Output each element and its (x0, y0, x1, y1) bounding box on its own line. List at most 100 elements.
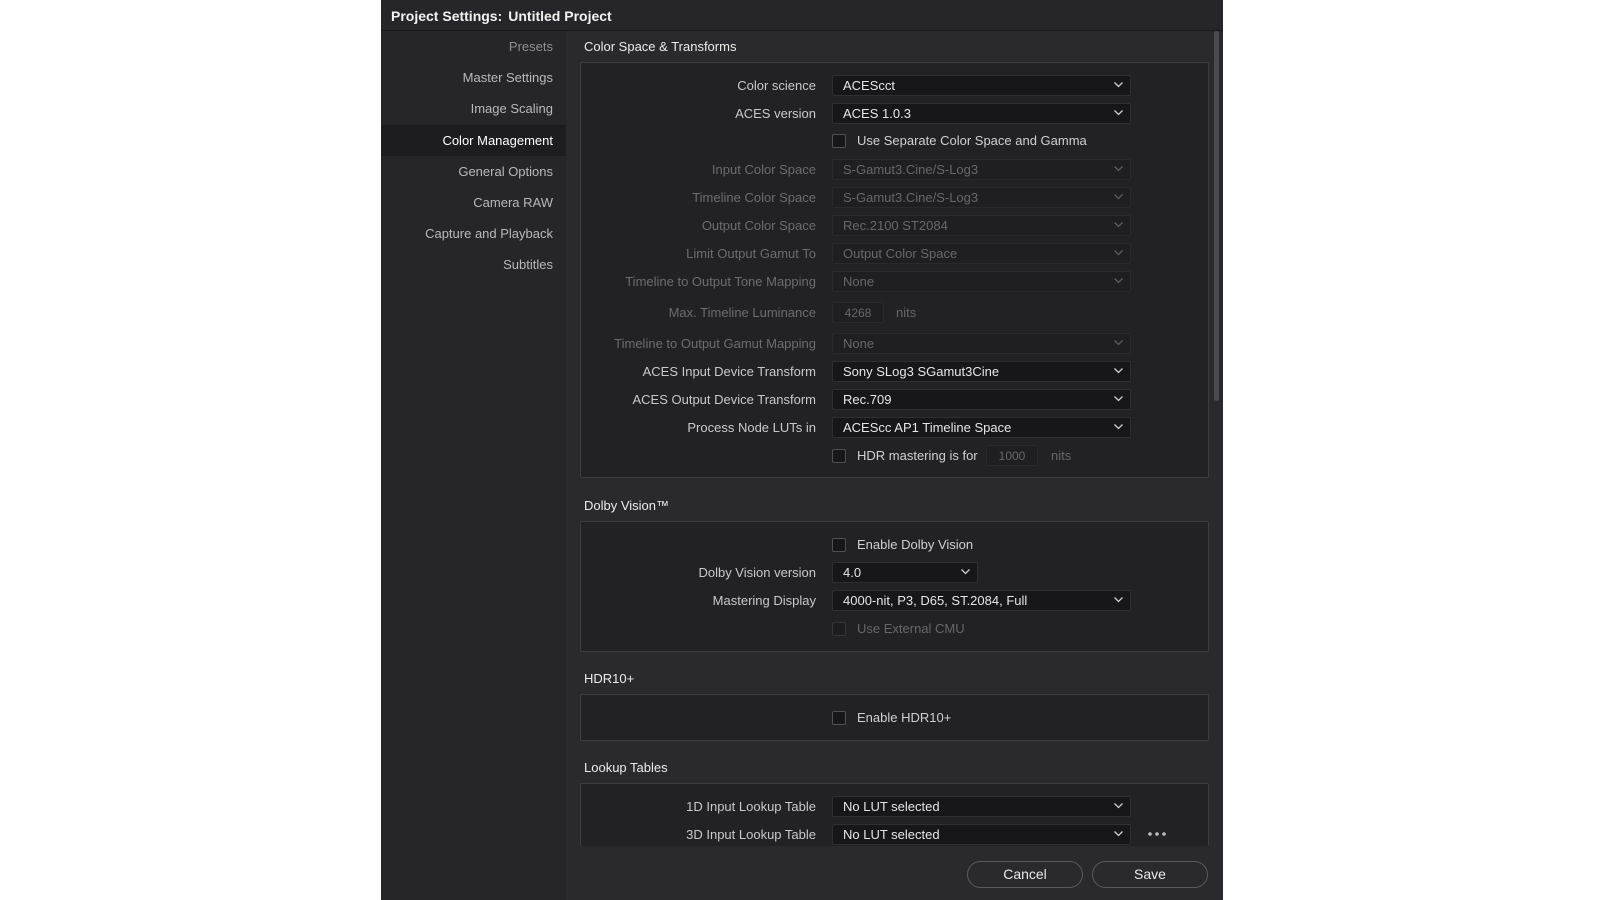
external-cmu-checkbox[interactable] (832, 622, 846, 636)
save-button[interactable]: Save (1092, 861, 1208, 888)
sidebar-item-general-options[interactable]: General Options (381, 156, 566, 187)
process-node-luts-label: Process Node LUTs in (687, 420, 816, 435)
timeline-color-space-value: S-Gamut3.Cine/S-Log3 (843, 190, 979, 205)
enable-hdr10-plus-checkbox[interactable] (832, 711, 846, 725)
hdr10-plus-panel: Enable HDR10+ (580, 694, 1209, 741)
chevron-down-icon (1114, 424, 1123, 432)
enable-hdr10-plus-label: Enable HDR10+ (857, 710, 952, 725)
gamut-mapping-value: None (843, 336, 875, 351)
chevron-down-icon (1114, 340, 1123, 348)
aces-idt-label: ACES Input Device Transform (642, 364, 816, 379)
separate-color-space-checkbox[interactable] (832, 134, 846, 148)
output-color-space-label: Output Color Space (701, 218, 816, 233)
dolby-version-dropdown[interactable]: 4.0 (832, 562, 978, 583)
chevron-down-icon (1114, 278, 1123, 286)
limit-output-gamut-label: Limit Output Gamut To (686, 246, 816, 261)
input-1d-lut-dropdown[interactable]: No LUT selected (832, 796, 1131, 817)
input-3d-lut-label: 3D Input Lookup Table (686, 827, 816, 842)
title-prefix: Project Settings: (391, 8, 503, 24)
separate-color-space-label: Use Separate Color Space and Gamma (857, 133, 1087, 148)
max-luminance-unit: nits (896, 305, 917, 320)
input-color-space-label: Input Color Space (711, 162, 816, 177)
vertical-scrollbar[interactable] (1214, 31, 1219, 401)
gamut-mapping-label: Timeline to Output Gamut Mapping (614, 336, 816, 351)
mastering-display-dropdown[interactable]: 4000-nit, P3, D65, ST.2084, Full (832, 590, 1131, 611)
color-science-dropdown[interactable]: ACEScct (832, 75, 1131, 96)
chevron-down-icon (1114, 368, 1123, 376)
more-options-icon[interactable] (1147, 830, 1167, 838)
chevron-down-icon (1114, 803, 1123, 811)
title-project-name: Untitled Project (508, 8, 612, 24)
process-node-luts-value: ACEScc AP1 Timeline Space (843, 420, 1012, 435)
output-color-space-value: Rec.2100 ST2084 (843, 218, 948, 233)
aces-odt-value: Rec.709 (843, 392, 892, 407)
limit-output-gamut-value: Output Color Space (843, 246, 958, 261)
chevron-down-icon (1114, 110, 1123, 118)
chevron-down-icon (1114, 831, 1123, 839)
aces-version-label: ACES version (735, 106, 816, 121)
sidebar-item-capture-playback[interactable]: Capture and Playback (381, 218, 566, 249)
chevron-down-icon (1114, 166, 1123, 174)
input-1d-lut-value: No LUT selected (843, 799, 940, 814)
sidebar-item-camera-raw[interactable]: Camera RAW (381, 187, 566, 218)
input-1d-lut-label: 1D Input Lookup Table (686, 799, 816, 814)
dolby-version-label: Dolby Vision version (698, 565, 816, 580)
output-color-space-dropdown[interactable]: Rec.2100 ST2084 (832, 215, 1131, 236)
aces-idt-dropdown[interactable]: Sony SLog3 SGamut3Cine (832, 361, 1131, 382)
hdr-mastering-nits-field[interactable]: 1000 (986, 445, 1038, 466)
input-color-space-value: S-Gamut3.Cine/S-Log3 (843, 162, 979, 177)
max-timeline-luminance-field[interactable]: 4268 (832, 302, 884, 323)
timeline-color-space-label: Timeline Color Space (692, 190, 816, 205)
chevron-down-icon (1114, 396, 1123, 404)
aces-version-dropdown[interactable]: ACES 1.0.3 (832, 103, 1131, 124)
sidebar-item-master-settings[interactable]: Master Settings (381, 62, 566, 93)
section-dolby-vision: Dolby Vision™ (584, 498, 670, 513)
gamut-mapping-dropdown[interactable]: None (832, 333, 1131, 354)
max-timeline-luminance-label: Max. Timeline Luminance (668, 305, 816, 320)
section-lookup-tables: Lookup Tables (584, 760, 668, 775)
enable-dolby-vision-label: Enable Dolby Vision (857, 537, 974, 552)
input-color-space-dropdown[interactable]: S-Gamut3.Cine/S-Log3 (832, 159, 1131, 180)
dolby-version-value: 4.0 (843, 565, 862, 580)
sidebar-item-image-scaling[interactable]: Image Scaling (381, 93, 566, 124)
mastering-display-value: 4000-nit, P3, D65, ST.2084, Full (843, 593, 1028, 608)
mastering-display-label: Mastering Display (712, 593, 816, 608)
chevron-down-icon (1114, 82, 1123, 90)
dialog-title: Project Settings: Untitled Project (381, 0, 1223, 31)
section-hdr10-plus: HDR10+ (584, 671, 635, 686)
lookup-tables-panel: 1D Input Lookup Table No LUT selected 3D… (580, 783, 1209, 846)
chevron-down-icon (1114, 194, 1123, 202)
chevron-down-icon (961, 569, 970, 577)
cancel-button[interactable]: Cancel (967, 861, 1083, 888)
hdr-mastering-checkbox[interactable] (832, 449, 846, 463)
external-cmu-label: Use External CMU (857, 621, 965, 636)
tone-mapping-dropdown[interactable]: None (832, 271, 1131, 292)
section-color-space: Color Space & Transforms (584, 39, 737, 54)
color-space-panel: Color science ACEScct ACES version ACES … (580, 62, 1209, 478)
aces-idt-value: Sony SLog3 SGamut3Cine (843, 364, 1000, 379)
chevron-down-icon (1114, 597, 1123, 605)
chevron-down-icon (1114, 222, 1123, 230)
project-settings-dialog: Project Settings: Untitled Project Preset… (381, 0, 1223, 900)
aces-version-value: ACES 1.0.3 (843, 106, 911, 121)
hdr-mastering-unit: nits (1051, 448, 1072, 463)
aces-odt-dropdown[interactable]: Rec.709 (832, 389, 1131, 410)
enable-dolby-vision-checkbox[interactable] (832, 538, 846, 552)
input-3d-lut-dropdown[interactable]: No LUT selected (832, 824, 1131, 845)
color-science-label: Color science (737, 78, 816, 93)
hdr-mastering-label: HDR mastering is for (857, 448, 978, 463)
sidebar-item-subtitles[interactable]: Subtitles (381, 249, 566, 280)
limit-output-gamut-dropdown[interactable]: Output Color Space (832, 243, 1131, 264)
chevron-down-icon (1114, 250, 1123, 258)
dolby-vision-panel: Enable Dolby Vision Dolby Vision version… (580, 521, 1209, 652)
color-science-value: ACEScct (843, 78, 896, 93)
aces-odt-label: ACES Output Device Transform (632, 392, 816, 407)
timeline-color-space-dropdown[interactable]: S-Gamut3.Cine/S-Log3 (832, 187, 1131, 208)
tone-mapping-value: None (843, 274, 875, 289)
process-node-luts-dropdown[interactable]: ACEScc AP1 Timeline Space (832, 417, 1131, 438)
settings-sidebar: Presets Master Settings Image Scaling Co… (381, 31, 566, 900)
input-3d-lut-value: No LUT selected (843, 827, 940, 842)
sidebar-item-color-management[interactable]: Color Management (381, 125, 566, 156)
tone-mapping-label: Timeline to Output Tone Mapping (625, 274, 816, 289)
sidebar-item-presets[interactable]: Presets (381, 31, 566, 62)
